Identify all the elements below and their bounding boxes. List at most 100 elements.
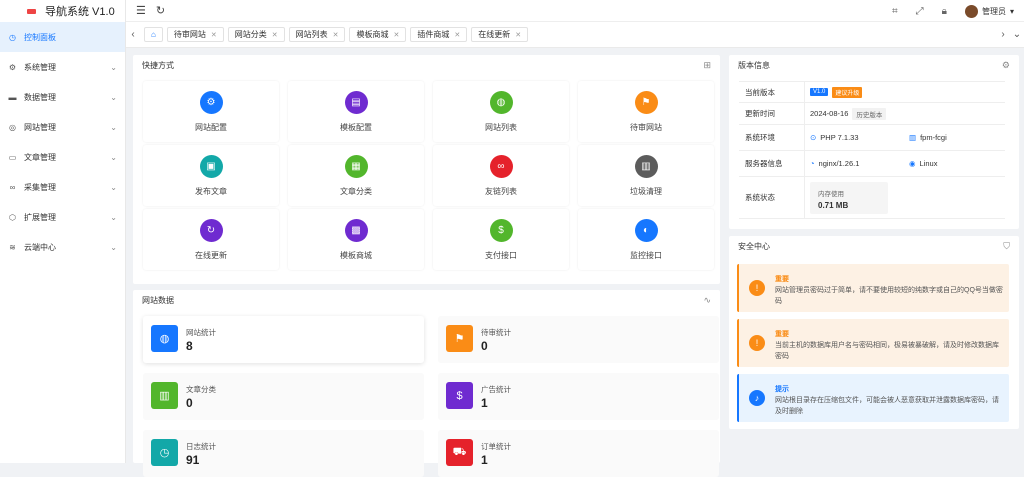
tab-home[interactable]: ⌂ — [144, 27, 163, 42]
dollar-icon: $ — [489, 218, 513, 242]
tab-4[interactable]: 插件商城 ✕ — [410, 27, 468, 42]
tab-1[interactable]: 网站分类 ✕ — [227, 27, 285, 42]
shield-check-icon[interactable]: ⛉ — [1003, 241, 1010, 252]
stat-value: 0 — [186, 396, 193, 410]
quick-link[interactable]: ▣ 发布文章 — [143, 145, 279, 206]
stat-value: 8 — [186, 339, 193, 353]
sidebar-item-label: 文章管理 — [24, 152, 56, 162]
tab-dropdown-icon[interactable]: ⌄ — [1010, 29, 1024, 40]
sidebar-item-7[interactable]: ≋ 云端中心 ⌄ — [0, 232, 125, 262]
quick-link[interactable]: ▦ 文章分类 — [288, 145, 424, 206]
stat-card[interactable]: ▥ 文章分类 0 — [143, 373, 424, 420]
stat-card[interactable]: ◍ 网站统计 8 — [143, 316, 424, 363]
sidebar-item-4[interactable]: ▭ 文章管理 ⌄ — [0, 142, 125, 172]
table-row: 系统环境 ⊙ PHP 7.1.33 ▥ fpm-fcgi — [739, 125, 1005, 151]
quick-link[interactable]: ▤ 模板配置 — [288, 81, 424, 142]
tab-2[interactable]: 网站列表 ✕ — [288, 27, 346, 42]
activity-icon[interactable]: ∿ — [703, 295, 711, 306]
close-icon[interactable]: ✕ — [393, 31, 399, 39]
quick-link[interactable]: ▥ 垃圾清理 — [578, 145, 714, 206]
shield-icon: ⬡ — [9, 212, 16, 222]
menu-toggle-icon[interactable]: ☰ — [136, 4, 146, 17]
settings-icon[interactable]: ⚙ — [1002, 60, 1010, 71]
sidebar-item-label: 控制面板 — [24, 32, 56, 42]
globe-icon: ◍ — [151, 325, 178, 352]
memory-value: 0.71 MB — [818, 200, 849, 210]
alert-info: ♪ 提示 网站根目录存在压缩包文件，可能会被人恶意获取并泄露数据库密码，请及时删… — [737, 374, 1009, 422]
quick-link-label: 待审网站 — [630, 122, 662, 132]
stat-label: 广告统计 — [481, 385, 511, 394]
chevron-down-icon: ⌄ — [110, 182, 117, 192]
lock-icon[interactable]: 🔒︎ — [942, 6, 947, 17]
sidebar: 导航系统 V1.0 ◷ 控制面板 ⚙ 系统管理 ⌄ ▬ 数据管理 ⌄ ◎ 网站管理 … — [0, 0, 126, 463]
stat-card[interactable]: ⚑ 待审统计 0 — [438, 316, 719, 363]
clock-icon: ◷ — [151, 439, 178, 466]
sidebar-item-0[interactable]: ◷ 控制面板 — [0, 22, 125, 52]
sidebar-item-5[interactable]: ∞ 采集管理 ⌄ — [0, 172, 125, 202]
quick-link[interactable]: ◐ 监控接口 — [578, 209, 714, 270]
row-key: 服务器信息 — [739, 151, 805, 176]
quick-link[interactable]: ⚙ 网站配置 — [143, 81, 279, 142]
top-bar: ☰ ↻ ⌗ ⤢ 🔒︎ 管理员 ▾ — [126, 0, 1024, 22]
tab-list: 待审网站 ✕ 网站分类 ✕ 网站列表 ✕ 模板商城 ✕ 插件商城 ✕ 在线更新 ✕ — [163, 27, 529, 42]
table-row: 系统状态 内存使用 0.71 MB — [739, 177, 1005, 219]
quick-link[interactable]: $ 支付接口 — [433, 209, 569, 270]
book-icon: ▥ — [151, 382, 178, 409]
tab-label: 在线更新 — [478, 30, 511, 39]
sidebar-menu: ◷ 控制面板 ⚙ 系统管理 ⌄ ▬ 数据管理 ⌄ ◎ 网站管理 ⌄ ▭ 文章管理 ⌄ ∞… — [0, 22, 125, 262]
tab-label: 插件商城 — [417, 30, 450, 39]
row-value: V1.0 建议升级 — [805, 82, 1005, 102]
gauge-icon: ◔ — [810, 159, 815, 168]
refresh-icon[interactable]: ↻ — [156, 4, 165, 17]
chevron-down-icon: ⌄ — [110, 92, 117, 102]
close-icon[interactable]: ✕ — [515, 31, 521, 39]
logo[interactable]: 导航系统 V1.0 — [0, 0, 125, 22]
stats-panel-header: 网站数据 ∿ — [133, 290, 720, 310]
close-icon[interactable]: ✕ — [272, 31, 278, 39]
close-icon[interactable]: ✕ — [333, 31, 339, 39]
quick-link[interactable]: ◍ 网站列表 — [433, 81, 569, 142]
memory-card: 内存使用 0.71 MB — [810, 181, 888, 214]
table-row: 服务器信息 ◔ nginx/1.26.1 ◉ Linux — [739, 151, 1005, 177]
sidebar-item-1[interactable]: ⚙ 系统管理 ⌄ — [0, 52, 125, 82]
alert-text: 网站管理员密码过于简单，请不要使用较短的纯数字或自己的QQ号当做密码 — [775, 287, 1003, 305]
sidebar-item-6[interactable]: ⬡ 扩展管理 ⌄ — [0, 202, 125, 232]
chevron-down-icon: ⌄ — [110, 152, 117, 162]
tab-3[interactable]: 模板商城 ✕ — [349, 27, 407, 42]
fullscreen-icon[interactable]: ⤢ — [916, 6, 924, 17]
row-value: ⊙ PHP 7.1.33 ▥ fpm-fcgi — [805, 125, 1005, 150]
stat-value: 1 — [481, 396, 488, 410]
edit-icon[interactable]: ⊞ — [703, 60, 711, 71]
quick-link[interactable]: ↻ 在线更新 — [143, 209, 279, 270]
version-panel: 版本信息 ⚙ 当前版本 V1.0 建议升级 更新时间 2024-08-16 历史… — [729, 55, 1019, 229]
warning-icon: ! — [749, 280, 765, 296]
stat-card[interactable]: ◷ 日志统计 91 — [143, 430, 424, 477]
quick-link[interactable]: ⚑ 待审网站 — [578, 81, 714, 142]
stat-card[interactable]: ⛟ 订单统计 1 — [438, 430, 719, 477]
sidebar-item-label: 云端中心 — [24, 242, 56, 252]
close-icon[interactable]: ✕ — [211, 31, 217, 39]
tab-0[interactable]: 待审网站 ✕ — [166, 27, 224, 42]
user-menu[interactable]: 管理员 ▾ — [964, 4, 1014, 18]
tag-icon[interactable]: ⌗ — [892, 6, 898, 17]
tab-scroll-left-icon[interactable]: ‹ — [126, 29, 140, 40]
close-icon[interactable]: ✕ — [454, 31, 460, 39]
flag-icon: ⚑ — [446, 325, 473, 352]
quick-link[interactable]: ▩ 模板商城 — [288, 209, 424, 270]
tab-5[interactable]: 在线更新 ✕ — [471, 27, 529, 42]
quick-link[interactable]: ∞ 友链列表 — [433, 145, 569, 206]
history-button[interactable]: 历史版本 — [852, 107, 887, 120]
stats-panel: 网站数据 ∿ ◍ 网站统计 8 ⚑ 待审统计 0 ▥ 文章分类 0 $ 广告统计 1 ◷… — [133, 290, 720, 477]
alert-title: 重要 — [775, 331, 789, 338]
table-row: 当前版本 V1.0 建议升级 — [739, 81, 1005, 103]
nginx-version: nginx/1.26.1 — [818, 159, 860, 168]
sidebar-item-2[interactable]: ▬ 数据管理 ⌄ — [0, 82, 125, 112]
monitor-icon: ◐ — [634, 218, 658, 242]
tab-scroll-right-icon[interactable]: › — [996, 29, 1010, 40]
upgrade-badge[interactable]: 建议升级 — [832, 86, 863, 98]
globe-icon: ◍ — [489, 90, 513, 114]
chevron-down-icon: ⌄ — [110, 62, 117, 72]
sidebar-item-3[interactable]: ◎ 网站管理 ⌄ — [0, 112, 125, 142]
update-date: 2024-08-16 — [810, 109, 849, 118]
stat-card[interactable]: $ 广告统计 1 — [438, 373, 719, 420]
